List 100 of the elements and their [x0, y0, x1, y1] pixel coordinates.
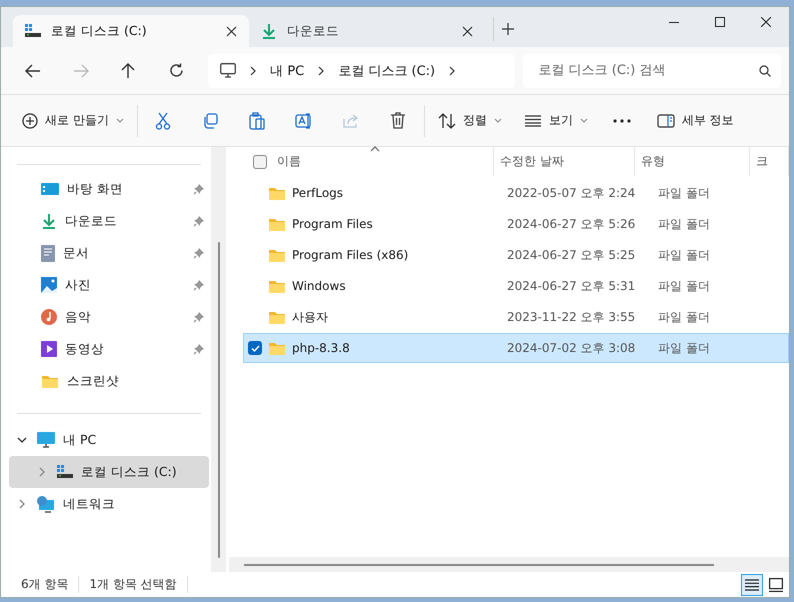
file-row[interactable]: PerfLogs 2022-05-07 오후 2:24 파일 폴더	[243, 178, 789, 208]
plus-circle-icon	[22, 112, 38, 128]
type-cell-text: 파일 폴더	[657, 340, 710, 356]
folder-icon	[268, 248, 286, 262]
chevron-down-icon	[580, 118, 588, 123]
details-view-button[interactable]	[741, 574, 763, 596]
file-name: PerfLogs	[292, 186, 344, 200]
file-name: 사용자	[292, 308, 328, 326]
type-cell-text: 파일 폴더	[657, 246, 710, 264]
breadcrumb-item[interactable]: 내 PC	[270, 62, 304, 80]
folder-icon	[268, 310, 286, 324]
tab[interactable]: 로컬 디스크 (C:)	[13, 15, 249, 47]
chevron-right-icon	[318, 66, 324, 76]
column-header[interactable]: 크	[750, 147, 790, 176]
scrollbar-thumb[interactable]	[218, 242, 220, 558]
view-button[interactable]: 보기	[512, 104, 599, 138]
back-arrow-icon	[24, 64, 41, 78]
sidebar-item[interactable]: 사진	[1, 269, 211, 301]
trash-icon	[390, 112, 406, 129]
search-field[interactable]: 로컬 디스크 (C:) 검색	[522, 54, 782, 88]
document-icon	[41, 244, 55, 262]
sidebar-item[interactable]: 바탕 화면	[1, 173, 211, 205]
status-text: 6개 항목	[21, 576, 80, 593]
drive-icon	[57, 465, 73, 479]
select-all-checkbox[interactable]	[253, 154, 267, 168]
copy-icon	[202, 112, 218, 128]
folder-icon	[268, 278, 286, 294]
file-name: php-8.3.8	[292, 341, 350, 355]
folder-icon	[268, 186, 286, 200]
date-cell-text: 2024-06-27 오후 5:26	[506, 216, 636, 232]
column-header[interactable]: 유형	[635, 147, 750, 176]
type-cell-text: 파일 폴더	[657, 184, 710, 202]
tile-icon	[769, 578, 783, 592]
file-name: Program Files (x86)	[292, 248, 408, 262]
date-cell-text: 2023-11-22 오후 3:55	[506, 308, 636, 326]
file-name: Windows	[292, 279, 346, 293]
forward-arrow-icon	[72, 64, 89, 78]
music-icon	[41, 309, 57, 325]
type-cell-text: 파일 폴더	[657, 278, 710, 294]
scrollbar-thumb[interactable]	[244, 564, 714, 566]
new-button[interactable]: 새로 만들기	[11, 104, 135, 138]
checkmark-icon	[250, 344, 260, 352]
sort-button[interactable]: 정렬	[426, 104, 513, 138]
column-header[interactable]: 수정한 날짜	[494, 147, 636, 176]
chevron-down-icon[interactable]	[17, 437, 27, 443]
drive-icon	[25, 24, 41, 38]
tree-item[interactable]: 내 PC	[9, 424, 209, 456]
tab[interactable]: 다운로드	[249, 15, 485, 47]
sidebar-item[interactable]: 스크린샷	[1, 365, 211, 397]
more-icon	[613, 118, 632, 122]
monitor-icon	[37, 432, 55, 448]
address-bar[interactable]: 내 PC 로컬 디스크 (C:)	[208, 54, 514, 88]
scissors-icon	[155, 112, 172, 130]
maximize-icon	[715, 17, 725, 27]
plus-icon	[502, 22, 514, 34]
folder-icon	[41, 374, 59, 388]
search-icon	[759, 64, 772, 76]
download-icon	[41, 213, 57, 229]
row-checkbox[interactable]	[248, 341, 262, 355]
date-cell-text: 2024-06-27 오후 5:31	[506, 278, 636, 294]
type-cell-text: 파일 폴더	[657, 216, 710, 232]
sidebar-item[interactable]: 문서	[1, 237, 211, 269]
details-pane-icon	[656, 114, 675, 128]
close-icon[interactable]	[226, 26, 237, 36]
file-name: Program Files	[292, 217, 373, 231]
breadcrumb-item[interactable]: 로컬 디스크 (C:)	[338, 62, 436, 80]
file-row[interactable]: Program Files 2024-06-27 오후 5:26 파일 폴더	[243, 209, 789, 239]
details-button[interactable]: 세부 정보	[646, 104, 745, 138]
type-cell-text: 파일 폴더	[657, 308, 710, 326]
status-text: 1개 항목 선택함	[89, 576, 188, 593]
folder-icon	[268, 216, 286, 232]
clipboard-icon	[249, 112, 266, 130]
date-cell-text: 2024-06-27 오후 5:25	[506, 246, 636, 264]
chevron-down-icon	[494, 118, 502, 123]
video-icon	[41, 341, 57, 357]
tree-item[interactable]: 네트워크	[9, 488, 209, 520]
monitor-icon	[220, 63, 236, 78]
folder-icon	[268, 340, 286, 356]
sort-up-icon	[370, 146, 380, 152]
sidebar-item[interactable]: 음악	[1, 301, 211, 333]
date-cell-text: 2022-05-07 오후 2:24	[506, 184, 636, 202]
chevron-right-icon[interactable]	[449, 66, 456, 76]
tree-item[interactable]: 로컬 디스크 (C:)	[9, 456, 209, 488]
up-arrow-icon	[121, 62, 136, 78]
file-row[interactable]: Windows 2024-06-27 오후 5:31 파일 폴더	[243, 271, 789, 301]
sidebar-item[interactable]: 동영상	[1, 333, 211, 365]
chevron-down-icon	[116, 118, 124, 123]
file-row[interactable]: php-8.3.8 2024-07-02 오후 3:08 파일 폴더	[243, 333, 789, 363]
network-icon	[37, 496, 55, 512]
file-row[interactable]: Program Files (x86) 2024-06-27 오후 5:25 파일 폴더	[243, 240, 789, 270]
file-row[interactable]: 사용자 2023-11-22 오후 3:55 파일 폴더	[243, 302, 789, 332]
sidebar-item[interactable]: 다운로드	[1, 205, 211, 237]
rename-icon	[295, 112, 314, 128]
close-icon	[761, 17, 771, 27]
picture-icon	[41, 277, 57, 293]
sort-arrows-icon	[438, 112, 456, 128]
refresh-icon	[168, 63, 184, 78]
download-icon	[261, 23, 277, 39]
column-header[interactable]: 이름	[229, 147, 494, 176]
close-icon[interactable]	[462, 26, 473, 36]
